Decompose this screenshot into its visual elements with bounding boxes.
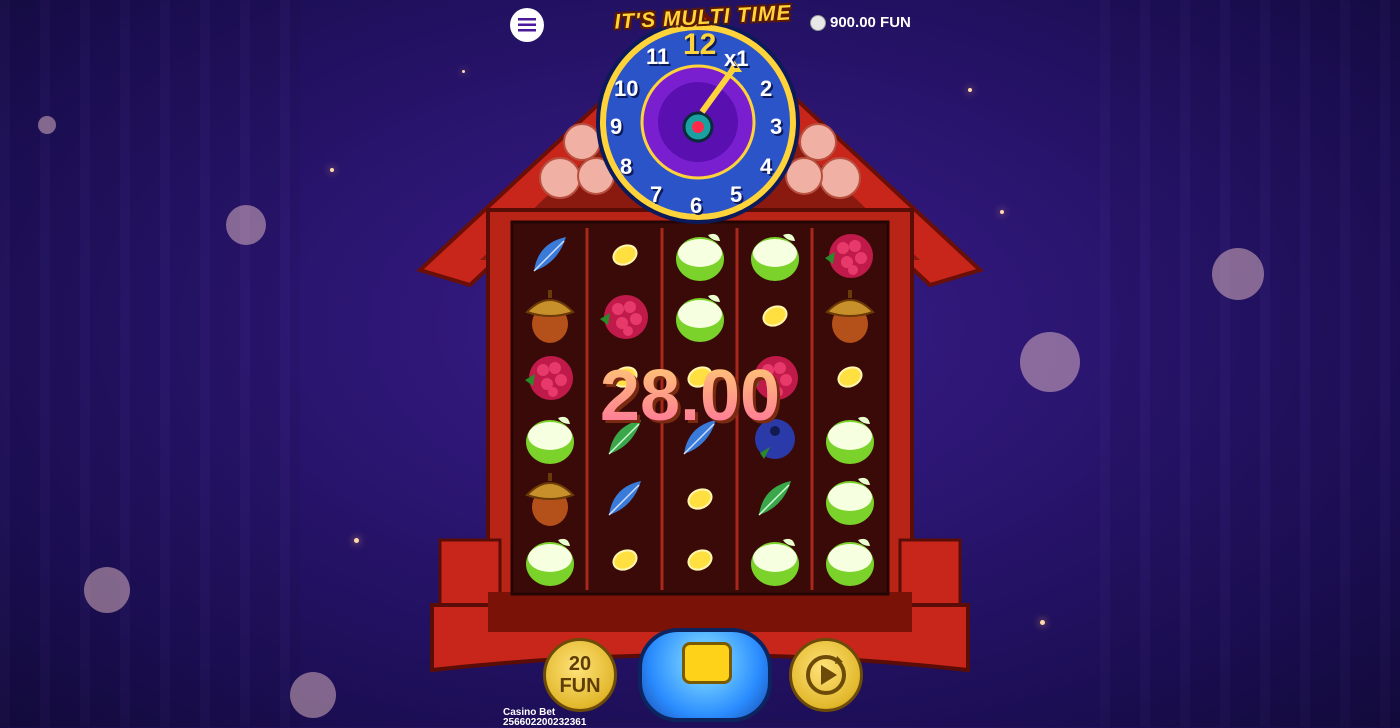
feather-blue-symbol-icon (595, 469, 655, 529)
coin-symbol-icon (670, 530, 730, 590)
clock-number-6: 6 (690, 193, 703, 218)
bet-value: 20 (568, 653, 592, 675)
clock-number-10: 10 (614, 76, 639, 101)
apple-symbol-icon (745, 225, 805, 285)
footer-info: Casino Bet 256602200232361 (503, 708, 586, 728)
clock-number-8: 8 (620, 154, 633, 179)
clock-number-12: 12 (683, 28, 717, 61)
hamburger-menu-icon (518, 18, 536, 32)
apple-symbol-icon (820, 469, 880, 529)
apple-symbol-icon (520, 530, 580, 590)
coin-symbol-icon (595, 225, 655, 285)
feather-blue-symbol-icon (520, 225, 580, 285)
coin-symbol-icon (745, 286, 805, 346)
coin-symbol-icon (595, 530, 655, 590)
coin-symbol-icon (670, 469, 730, 529)
raspberry-symbol-icon (820, 225, 880, 285)
acorn-symbol-icon (820, 286, 880, 346)
apple-symbol-icon (670, 225, 730, 285)
clock-number-5: 5 (730, 182, 743, 207)
autoplay-button[interactable] (789, 638, 863, 712)
balance-display: 900.00 FUN (810, 14, 911, 31)
clock-number-9: 9 (610, 114, 623, 139)
apple-symbol-icon (820, 408, 880, 468)
coin-symbol-icon (820, 347, 880, 407)
clock-number-7: 7 (650, 182, 663, 207)
bet-button[interactable]: 20 FUN (543, 638, 617, 712)
menu-button[interactable] (510, 8, 544, 42)
acorn-symbol-icon (520, 286, 580, 346)
apple-symbol-icon (745, 530, 805, 590)
apple-symbol-icon (820, 530, 880, 590)
clock-number-2: 2 (760, 76, 773, 101)
win-amount: 28.00 (570, 355, 810, 437)
acorn-symbol-icon (520, 469, 580, 529)
apple-symbol-icon (670, 286, 730, 346)
feather-green-symbol-icon (745, 469, 805, 529)
clock-number-4: 4 (760, 154, 773, 179)
spin-icon (682, 642, 732, 684)
autoplay-icon (806, 655, 846, 695)
balance-value: 900.00 FUN (830, 14, 911, 31)
bet-unit: FUN (559, 675, 601, 697)
raspberry-symbol-icon (595, 286, 655, 346)
coin-stack-icon (810, 14, 826, 31)
clock-number-3: 3 (770, 114, 783, 139)
spin-button[interactable] (638, 628, 772, 722)
clock-number-11: 11 (646, 44, 670, 69)
multiplier-label: x1 (724, 46, 749, 71)
